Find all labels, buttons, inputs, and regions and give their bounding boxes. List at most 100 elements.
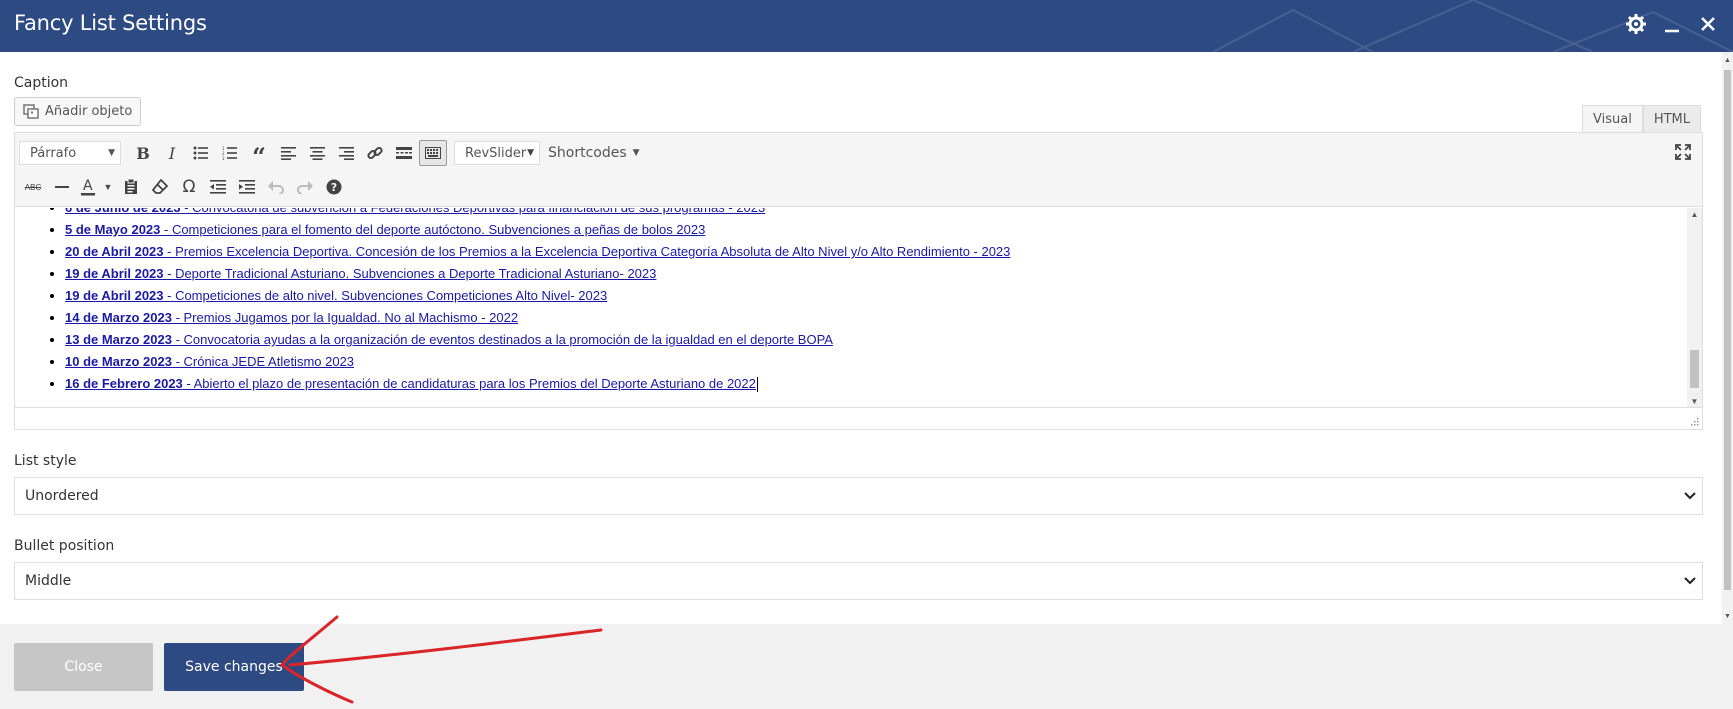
list-item-text: - Convocatoria de subvención a Federacio… (181, 208, 765, 215)
toolbar-toggle-icon[interactable] (419, 140, 447, 166)
list-item-text: - Competiciones para el fomento del depo… (160, 222, 706, 237)
add-media-button[interactable]: Añadir objeto (14, 97, 142, 126)
link-icon[interactable] (361, 140, 389, 166)
align-right-icon[interactable] (332, 140, 360, 166)
list-item: 19 de Abril 2023 - Deporte Tradicional A… (65, 263, 1010, 285)
list-item-text: - Premios Excelencia Deportiva. Concesió… (163, 244, 1011, 259)
text-cursor (756, 377, 758, 393)
minimize-icon[interactable] (1661, 12, 1683, 36)
text-color-icon[interactable]: A (77, 174, 99, 200)
list-item: 14 de Marzo 2023 - Premios Jugamos por l… (65, 307, 1010, 329)
editor-scrollbar-thumb[interactable] (1690, 350, 1699, 388)
tab-visual[interactable]: Visual (1582, 105, 1643, 133)
format-select[interactable]: Párrafo ▼ (19, 141, 121, 165)
editor-content[interactable]: 6 de Junio de 2023 - Convocatoria de sub… (15, 208, 1687, 408)
list-item-link[interactable]: 16 de Febrero 2023 - Abierto el plazo de… (65, 376, 756, 391)
list-item: 6 de Junio de 2023 - Convocatoria de sub… (65, 208, 1010, 219)
svg-text:?: ? (331, 181, 337, 194)
list-item-date: 6 de Junio de 2023 (65, 208, 181, 215)
chevron-down-icon (1684, 492, 1696, 500)
indent-icon[interactable] (233, 174, 261, 200)
caption-list: 6 de Junio de 2023 - Convocatoria de sub… (65, 208, 1010, 395)
modal-title: Fancy List Settings (14, 11, 207, 35)
paste-text-icon[interactable] (117, 174, 145, 200)
close-button[interactable]: Close (14, 643, 153, 691)
caption-label: Caption (14, 75, 69, 91)
list-item-text: - Convocatoria ayudas a la organización … (171, 332, 833, 347)
list-item: 10 de Marzo 2023 - Crónica JEDE Atletism… (65, 351, 1010, 373)
clear-formatting-icon[interactable] (146, 174, 174, 200)
special-character-icon[interactable]: Ω (175, 174, 203, 200)
numbered-list-icon[interactable]: 123 (216, 140, 244, 166)
list-item-text: - Crónica JEDE Atletismo 2023 (171, 354, 355, 369)
shortcodes-button[interactable]: Shortcodes ▼ (548, 145, 640, 161)
bold-icon[interactable]: B (129, 140, 157, 166)
undo-icon[interactable] (262, 174, 290, 200)
list-item-link[interactable]: 19 de Abril 2023 - Deporte Tradicional A… (65, 266, 656, 281)
read-more-icon[interactable] (390, 140, 418, 166)
list-item-link[interactable]: 20 de Abril 2023 - Premios Excelencia De… (65, 244, 1010, 259)
scroll-down-icon[interactable]: ▼ (1687, 397, 1702, 406)
list-item-text: - Premios Jugamos por la Igualdad. No al… (171, 310, 519, 325)
list-item-text: - Deporte Tradicional Asturiano. Subvenc… (163, 266, 657, 281)
list-style-value: Unordered (25, 488, 99, 504)
align-center-icon[interactable] (303, 140, 331, 166)
outdent-icon[interactable] (204, 174, 232, 200)
panel-scrollbar[interactable]: ▲ ▼ (1722, 52, 1733, 624)
svg-text:3: 3 (222, 156, 225, 160)
list-item: 5 de Mayo 2023 - Competiciones para el f… (65, 219, 1010, 241)
shortcodes-label: Shortcodes (548, 145, 627, 161)
italic-icon[interactable]: I (158, 140, 186, 166)
list-item: 13 de Marzo 2023 - Convocatoria ayudas a… (65, 329, 1010, 351)
list-item: 20 de Abril 2023 - Premios Excelencia De… (65, 241, 1010, 263)
list-item-link[interactable]: 19 de Abril 2023 - Competiciones de alto… (65, 288, 607, 303)
revslider-button[interactable]: RevSlider ▼ (454, 141, 540, 165)
list-item-date: 16 de Febrero 2023 (65, 376, 183, 391)
editor-scrollbar[interactable]: ▲ ▼ (1687, 208, 1702, 408)
redo-icon[interactable] (291, 174, 319, 200)
list-item-date: 14 de Marzo 2023 (65, 310, 172, 325)
bullet-list-icon[interactable] (187, 140, 215, 166)
scroll-up-icon[interactable]: ▲ (1687, 210, 1702, 219)
list-item-link[interactable]: 6 de Junio de 2023 - Convocatoria de sub… (65, 208, 765, 215)
list-item-text: - Competiciones de alto nivel. Subvencio… (163, 288, 608, 303)
panel-scrollbar-thumb[interactable] (1724, 70, 1731, 590)
align-left-icon[interactable] (274, 140, 302, 166)
list-style-label: List style (14, 453, 77, 469)
blockquote-icon[interactable]: “ (245, 140, 273, 169)
caption-editor: Párrafo ▼ B I 123 “ RevSlider ▼ Shortcod… (14, 132, 1703, 430)
list-item-date: 20 de Abril 2023 (65, 244, 164, 259)
save-changes-button[interactable]: Save changes (164, 643, 304, 691)
list-item-date: 13 de Marzo 2023 (65, 332, 172, 347)
list-style-select[interactable]: Unordered (14, 477, 1703, 515)
list-item-text: - Abierto el plazo de presentación de ca… (182, 376, 756, 391)
chevron-down-icon: ▼ (527, 148, 534, 158)
gear-icon[interactable] (1625, 12, 1647, 36)
tab-html[interactable]: HTML (1642, 105, 1701, 133)
add-media-icon (23, 104, 39, 119)
editor-statusbar (15, 407, 1702, 429)
list-item-link[interactable]: 5 de Mayo 2023 - Competiciones para el f… (65, 222, 705, 237)
list-item-link[interactable]: 10 de Marzo 2023 - Crónica JEDE Atletism… (65, 354, 354, 369)
revslider-label: RevSlider (465, 145, 527, 161)
horizontal-line-icon[interactable] (48, 174, 76, 200)
close-icon[interactable] (1697, 12, 1719, 36)
scroll-up-icon[interactable]: ▲ (1722, 56, 1733, 66)
list-item-link[interactable]: 13 de Marzo 2023 - Convocatoria ayudas a… (65, 332, 833, 347)
list-item-link[interactable]: 14 de Marzo 2023 - Premios Jugamos por l… (65, 310, 518, 325)
help-icon[interactable]: ? (320, 174, 348, 200)
svg-text:A: A (83, 178, 93, 194)
resize-handle-icon[interactable] (1689, 416, 1699, 426)
bullet-position-label: Bullet position (14, 538, 115, 554)
scroll-down-icon[interactable]: ▼ (1722, 612, 1733, 622)
fullscreen-icon[interactable] (1674, 143, 1694, 163)
strikethrough-icon[interactable]: ABC (19, 174, 47, 200)
format-select-value: Párrafo (30, 145, 77, 161)
list-item: 19 de Abril 2023 - Competiciones de alto… (65, 285, 1010, 307)
bullet-position-value: Middle (25, 573, 72, 589)
list-item-date: 19 de Abril 2023 (65, 288, 164, 303)
chevron-down-icon[interactable]: ▼ (100, 174, 116, 200)
list-item-date: 10 de Marzo 2023 (65, 354, 172, 369)
bullet-position-select[interactable]: Middle (14, 562, 1703, 600)
list-item-date: 19 de Abril 2023 (65, 266, 164, 281)
